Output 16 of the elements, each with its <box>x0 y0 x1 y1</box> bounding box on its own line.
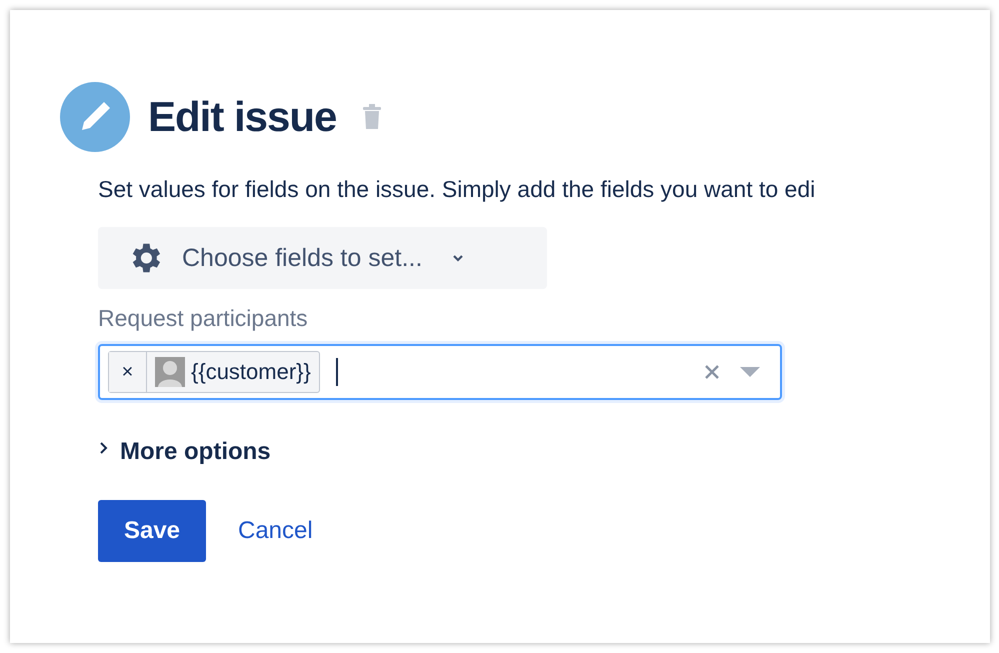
pencil-icon <box>60 82 130 152</box>
remove-tag-button[interactable]: × <box>109 352 147 392</box>
description-text: Set values for fields on the issue. Simply add the fields you want to edi <box>98 176 816 203</box>
save-button[interactable]: Save <box>98 500 206 562</box>
chevron-right-icon <box>98 441 110 455</box>
participant-tag: × {{customer}} <box>108 351 320 393</box>
cancel-link[interactable]: Cancel <box>238 517 313 545</box>
avatar-icon <box>155 357 185 387</box>
clear-icon[interactable] <box>704 364 720 380</box>
more-options-toggle[interactable]: More options <box>98 438 271 466</box>
field-label: Request participants <box>98 305 309 332</box>
choose-fields-button[interactable]: Choose fields to set... <box>98 227 547 289</box>
trash-icon[interactable] <box>362 104 382 130</box>
dropdown-arrow-icon[interactable] <box>740 367 760 377</box>
page-title: Edit issue <box>148 93 336 141</box>
participants-field[interactable]: × {{customer}} <box>98 344 782 400</box>
